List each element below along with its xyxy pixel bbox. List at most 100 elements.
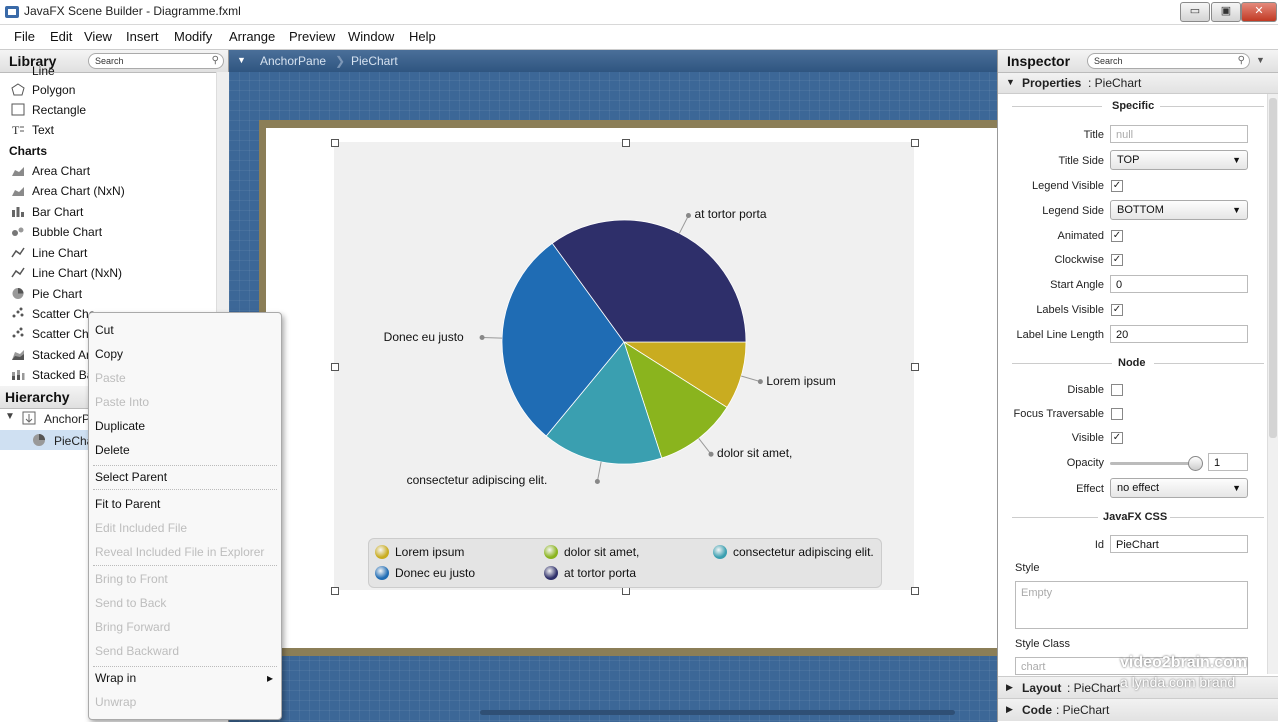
context-menu-item-select-parent[interactable]: Select Parent: [95, 470, 167, 484]
menu-modify[interactable]: Modify: [174, 29, 212, 44]
context-menu-item-paste-into: Paste Into: [95, 395, 150, 409]
section-divider: [1012, 517, 1098, 518]
legend-visible-checkbox[interactable]: ✓: [1111, 180, 1123, 192]
library-item-area-chart[interactable]: Area Chart: [8, 161, 208, 181]
canvas-scrollbar[interactable]: [480, 710, 955, 715]
context-menu-item-cut[interactable]: Cut: [95, 323, 114, 337]
menu-file[interactable]: File: [14, 29, 35, 44]
line-chart-icon: [11, 247, 25, 258]
style-textarea[interactable]: Empty: [1015, 581, 1248, 629]
library-item-area-chart-nxn[interactable]: Area Chart (NxN): [8, 181, 208, 201]
menu-preview[interactable]: Preview: [289, 29, 335, 44]
expand-icon: ▶: [1006, 704, 1013, 714]
stacked-area-icon: [12, 350, 24, 360]
watermark-brand: video2brain.com: [1120, 654, 1248, 671]
menu-edit[interactable]: Edit: [50, 29, 72, 44]
animated-label: Animated: [1057, 230, 1104, 242]
context-menu-item-fit-to-parent[interactable]: Fit to Parent: [95, 497, 160, 511]
section-divider: [1160, 106, 1264, 107]
id-field[interactable]: PieChart: [1110, 535, 1248, 553]
search-icon: ⚲: [211, 55, 219, 66]
inspector-scrollbar[interactable]: [1267, 94, 1278, 674]
close-button[interactable]: ✕: [1241, 2, 1277, 22]
library-item-pie-chart[interactable]: Pie Chart: [8, 284, 208, 304]
expand-icon: ▶: [1006, 682, 1013, 692]
focus-traversable-label: Focus Traversable: [1013, 408, 1104, 420]
hierarchy-node-piechart[interactable]: PieChar: [0, 430, 97, 450]
inspector-menu-icon[interactable]: ▼: [1256, 55, 1265, 65]
resize-handle[interactable]: [331, 587, 339, 595]
opacity-field[interactable]: 1: [1208, 453, 1248, 471]
context-menu-item-edit-included-file: Edit Included File: [95, 521, 188, 535]
focus-traversable-checkbox[interactable]: [1111, 408, 1123, 420]
app-icon: [5, 6, 19, 18]
minimize-button[interactable]: ▭: [1180, 2, 1210, 22]
bubble-chart-icon: [12, 227, 24, 236]
menu-view[interactable]: View: [84, 29, 112, 44]
library-item-polygon[interactable]: Polygon: [8, 80, 208, 100]
title-field[interactable]: null: [1110, 125, 1248, 143]
breadcrumb-item-piechart[interactable]: PieChart: [351, 54, 398, 68]
context-menu-item-copy[interactable]: Copy: [95, 347, 123, 361]
visible-checkbox[interactable]: ✓: [1111, 432, 1123, 444]
resize-handle[interactable]: [911, 587, 919, 595]
chevron-down-icon: ▼: [1232, 205, 1241, 215]
line-chart-icon: [11, 267, 25, 278]
area-chart-icon: [12, 187, 24, 196]
breadcrumb-item-anchorpane[interactable]: AnchorPane: [260, 54, 326, 68]
breadcrumb-menu-icon[interactable]: ▼: [237, 55, 246, 65]
start-angle-field[interactable]: 0: [1110, 275, 1248, 293]
library-item-rectangle[interactable]: Rectangle: [8, 100, 208, 120]
library-item-label: Area Chart: [32, 164, 91, 178]
legend-side-select[interactable]: BOTTOM ▼: [1110, 200, 1248, 220]
maximize-button[interactable]: ▣: [1211, 2, 1241, 22]
resize-handle[interactable]: [622, 587, 630, 595]
breadcrumb-separator-icon: ❯: [335, 54, 346, 68]
library-item-label: Scatter Cha: [32, 307, 96, 321]
inspector-header: Inspector Search ⚲ ▼: [998, 50, 1278, 73]
legend-swatch: [713, 545, 727, 559]
opacity-slider[interactable]: [1110, 462, 1198, 465]
menu-help[interactable]: Help: [409, 29, 436, 44]
animated-checkbox[interactable]: ✓: [1111, 230, 1123, 242]
library-item-text[interactable]: T Text: [8, 120, 208, 140]
scatter-chart-icon: [12, 307, 24, 318]
menu-arrange[interactable]: Arrange: [229, 29, 275, 44]
properties-section-header[interactable]: ▼ Properties : PieChart: [998, 73, 1278, 94]
context-menu-item-delete[interactable]: Delete: [95, 443, 130, 457]
label-line-length-field[interactable]: 20: [1110, 325, 1248, 343]
style-label: Style: [1015, 562, 1040, 574]
menu-window[interactable]: Window: [348, 29, 394, 44]
disable-checkbox[interactable]: [1111, 384, 1123, 396]
labels-visible-checkbox[interactable]: ✓: [1111, 304, 1123, 316]
style-class-label: Style Class: [1015, 638, 1071, 650]
library-category-charts[interactable]: Charts: [9, 144, 47, 158]
pie-label-line: [698, 438, 712, 455]
anchorpane-icon: [22, 411, 36, 425]
inspector-title: Inspector: [1007, 53, 1071, 69]
effect-select[interactable]: no effect ▼: [1110, 478, 1248, 498]
library-item-line-chart[interactable]: Line Chart: [8, 243, 208, 263]
code-section-header[interactable]: ▶ Code : PieChart: [998, 698, 1278, 721]
context-menu-item-duplicate[interactable]: Duplicate: [95, 419, 145, 433]
library-item-label: Area Chart (NxN): [32, 184, 125, 198]
section-divider: [1012, 106, 1102, 107]
menu-insert[interactable]: Insert: [126, 29, 159, 44]
inspector-search-input[interactable]: Search ⚲: [1087, 53, 1250, 69]
context-menu-item-send-backward: Send Backward: [95, 644, 180, 658]
library-item-bar-chart[interactable]: Bar Chart: [8, 202, 208, 222]
opacity-slider-thumb[interactable]: [1188, 456, 1203, 471]
library-item-label: Line Chart (NxN): [32, 266, 123, 280]
clockwise-checkbox[interactable]: ✓: [1111, 254, 1123, 266]
submenu-arrow-icon: ▸: [267, 671, 274, 685]
title-side-select[interactable]: TOP ▼: [1110, 150, 1248, 170]
tree-expand-icon[interactable]: ▼: [5, 411, 15, 422]
library-item-line-chart-nxn[interactable]: Line Chart (NxN): [8, 263, 208, 283]
inspector-scrollbar-thumb[interactable]: [1269, 98, 1277, 438]
legend-label: dolor sit amet,: [564, 545, 640, 559]
library-item-bubble-chart[interactable]: Bubble Chart: [8, 222, 208, 242]
rectangle-icon: [11, 103, 25, 116]
library-item-label: Stacked Ba: [32, 368, 94, 382]
pie-label-dot: [757, 379, 763, 385]
context-menu-item-wrap-in[interactable]: Wrap in: [95, 671, 136, 685]
